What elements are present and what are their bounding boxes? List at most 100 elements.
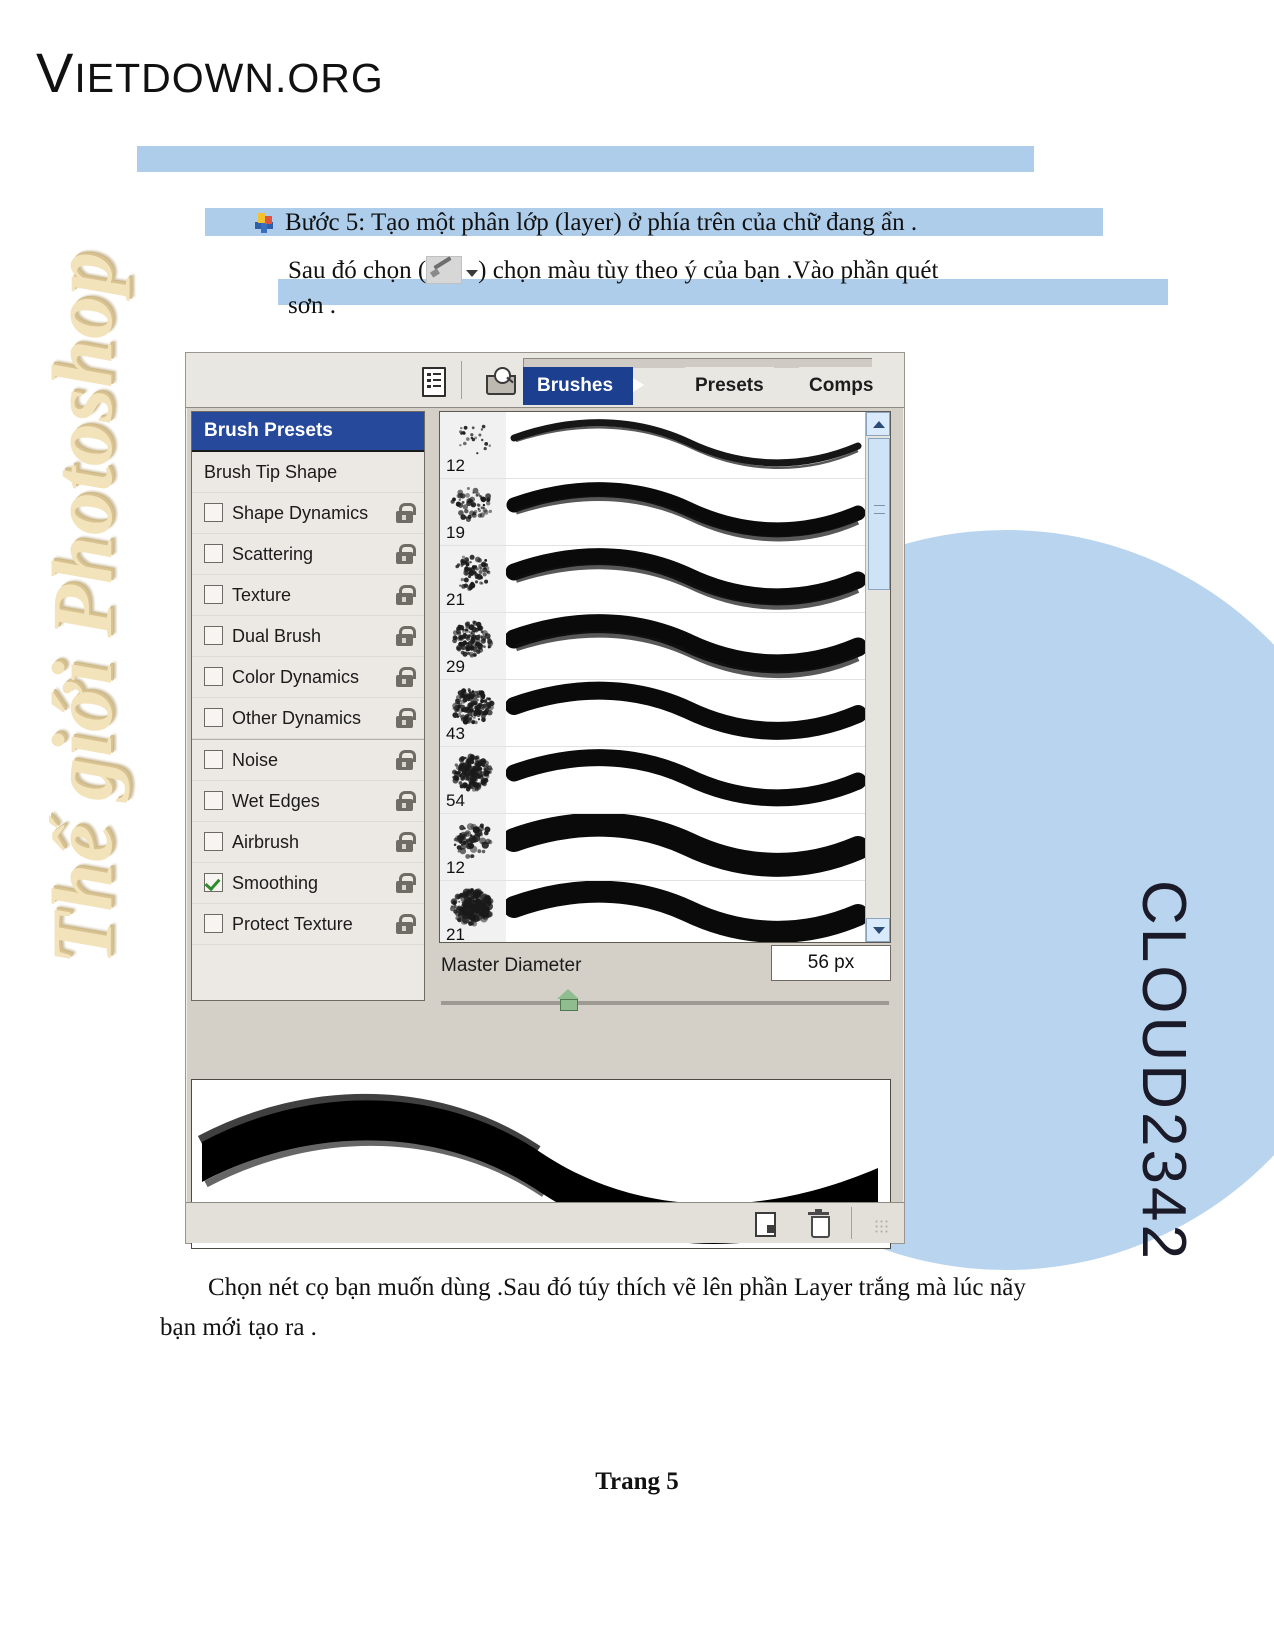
lock-icon[interactable] xyxy=(395,832,416,852)
brush-thumbnail: 54 xyxy=(440,747,506,813)
brush-preset-row[interactable]: 21 xyxy=(440,546,890,613)
sidebar-item-texture[interactable]: Texture xyxy=(192,575,424,616)
logo-initial: V xyxy=(36,41,75,104)
brush-preset-row[interactable]: 43 xyxy=(440,680,890,747)
brush-list-scrollbar[interactable] xyxy=(865,412,890,942)
site-logo: VIETDOWN.ORG xyxy=(36,40,384,105)
trash-icon[interactable] xyxy=(806,1209,832,1238)
step-block: Bước 5: Tạo một phân lớp (layer) ở phía … xyxy=(255,205,1055,241)
sidebar-item-shape-dynamics[interactable]: Shape Dynamics xyxy=(192,493,424,534)
brush-options-sidebar: Brush Presets Brush Tip Shape Shape Dynam… xyxy=(191,411,425,1001)
brush-preset-row[interactable]: 54 xyxy=(440,747,890,814)
checkbox-dual-brush[interactable] xyxy=(204,626,223,645)
sidebar-item-dual-brush[interactable]: Dual Brush xyxy=(192,616,424,657)
document-list-icon[interactable] xyxy=(418,365,448,397)
sidebar-item-label: Color Dynamics xyxy=(232,667,360,687)
brush-preset-row[interactable]: 21 xyxy=(440,880,890,942)
checkbox-wet-edges[interactable] xyxy=(204,791,223,810)
lock-icon[interactable] xyxy=(395,626,416,646)
sidebar-item-protect-texture[interactable]: Protect Texture xyxy=(192,904,424,945)
sidebar-item-label: Shape Dynamics xyxy=(232,503,369,523)
brush-tip-shape-icon xyxy=(452,688,495,725)
checkbox-other-dynamics[interactable] xyxy=(204,708,223,727)
checkbox-scattering[interactable] xyxy=(204,544,223,563)
tab-expand-arrow-icon[interactable] xyxy=(633,378,644,392)
tab-presets-label: Presets xyxy=(695,375,764,396)
sidebar-item-other-dynamics[interactable]: Other Dynamics xyxy=(192,698,424,739)
checkbox-shape-dynamics[interactable] xyxy=(204,503,223,522)
lock-icon[interactable] xyxy=(395,914,416,934)
lock-icon[interactable] xyxy=(395,544,416,564)
sidebar-item-label: Brush Tip Shape xyxy=(204,462,338,482)
new-brush-icon[interactable] xyxy=(751,1211,777,1237)
lock-icon[interactable] xyxy=(395,708,416,728)
sidebar-item-label: Protect Texture xyxy=(232,914,353,934)
checkbox-airbrush[interactable] xyxy=(204,832,223,851)
sidebar-item-label: Dual Brush xyxy=(232,626,322,646)
panel-body: Brush Presets Brush Tip Shape Shape Dynam… xyxy=(186,407,904,1249)
checkbox-noise[interactable] xyxy=(204,750,223,769)
checkbox-protect-texture[interactable] xyxy=(204,914,223,933)
master-diameter-slider-handle[interactable] xyxy=(557,989,579,1011)
step-line-2-before: Sau đó chọn ( xyxy=(288,257,427,284)
brush-rows: 12 19 21 29 43 54 12 21 xyxy=(440,412,890,942)
lock-icon[interactable] xyxy=(395,667,416,687)
brush-tip-shape-icon xyxy=(459,424,491,455)
sidebar-item-airbrush[interactable]: Airbrush xyxy=(192,822,424,863)
tab-presets[interactable]: Presets xyxy=(685,367,774,405)
brush-stroke-sample xyxy=(504,613,890,679)
scrollbar-grip xyxy=(874,505,885,514)
sidebar-item-label: Scattering xyxy=(232,544,314,564)
brush-thumbnail: 29 xyxy=(440,613,506,679)
brush-size-label: 21 xyxy=(446,590,465,609)
sidebar-item-label: Texture xyxy=(232,585,292,605)
master-diameter-slider[interactable] xyxy=(441,1001,889,1005)
brush-stroke-sample xyxy=(506,412,890,478)
resize-grip[interactable] xyxy=(874,1219,888,1233)
brush-thumbnail: 12 xyxy=(440,814,506,880)
brush-preset-row[interactable]: 29 xyxy=(440,613,890,680)
sidebar-item-label: Smoothing xyxy=(232,873,319,893)
sidebar-item-noise[interactable]: Noise xyxy=(192,739,424,781)
checkbox-texture[interactable] xyxy=(204,585,223,604)
brush-preset-row[interactable]: 19 xyxy=(440,479,890,546)
sidebar-item-wet-edges[interactable]: Wet Edges xyxy=(192,781,424,822)
master-diameter-label: Master Diameter xyxy=(441,955,582,976)
brush-thumbnail: 43 xyxy=(440,680,506,746)
tab-brushes[interactable]: Brushes xyxy=(523,367,634,405)
sidebar-item-scattering[interactable]: Scattering xyxy=(192,534,424,575)
brush-preset-list[interactable]: 12 19 21 29 43 54 12 21 xyxy=(439,411,891,943)
lock-icon[interactable] xyxy=(395,750,416,770)
sidebar-item-brush-presets[interactable]: Brush Presets xyxy=(192,412,424,452)
photoshop-brushes-panel: Brushes Presets Comps Brush Presets Brus… xyxy=(185,352,905,1249)
brush-tool-icon xyxy=(426,256,463,284)
lock-icon[interactable] xyxy=(395,873,416,893)
checkbox-color-dynamics[interactable] xyxy=(204,667,223,686)
sidebar-item-brush-tip-shape[interactable]: Brush Tip Shape xyxy=(192,452,424,493)
lock-icon[interactable] xyxy=(395,503,416,523)
sidebar-item-smoothing[interactable]: Smoothing xyxy=(192,863,424,904)
scroll-down-button[interactable] xyxy=(866,918,890,942)
sidebar-item-label: Wet Edges xyxy=(232,791,320,811)
scroll-up-button[interactable] xyxy=(866,412,890,436)
tab-comps-label: Comps xyxy=(809,375,874,396)
logo-rest: IETDOWN.ORG xyxy=(74,55,384,101)
brush-tip-shape-icon xyxy=(455,554,491,592)
watermark-left: Thế giới Photoshop xyxy=(32,250,152,965)
step-line-1-text: Bước 5: Tạo một phân lớp (layer) ở phía … xyxy=(285,209,918,236)
brush-preset-row[interactable]: 12 xyxy=(440,812,890,881)
checkbox-smoothing[interactable] xyxy=(204,873,223,892)
sidebar-item-color-dynamics[interactable]: Color Dynamics xyxy=(192,657,424,698)
lock-icon[interactable] xyxy=(395,585,416,605)
lock-icon[interactable] xyxy=(395,791,416,811)
master-diameter-input[interactable]: 56 px xyxy=(771,945,891,981)
brush-preset-row[interactable]: 12 xyxy=(440,412,890,479)
scrollbar-thumb[interactable] xyxy=(868,438,890,590)
brush-tip-shape-icon xyxy=(450,487,492,522)
page-number: Trang 5 xyxy=(595,1468,679,1495)
file-browser-icon[interactable] xyxy=(486,365,516,395)
tab-comps[interactable]: Comps xyxy=(799,367,884,405)
step-line-2: Sau đó chọn () chọn màu tùy theo ý của b… xyxy=(288,252,1048,290)
brush-stroke-sample xyxy=(505,747,890,813)
watermark-left-text: Thế giới Photoshop xyxy=(34,250,130,965)
